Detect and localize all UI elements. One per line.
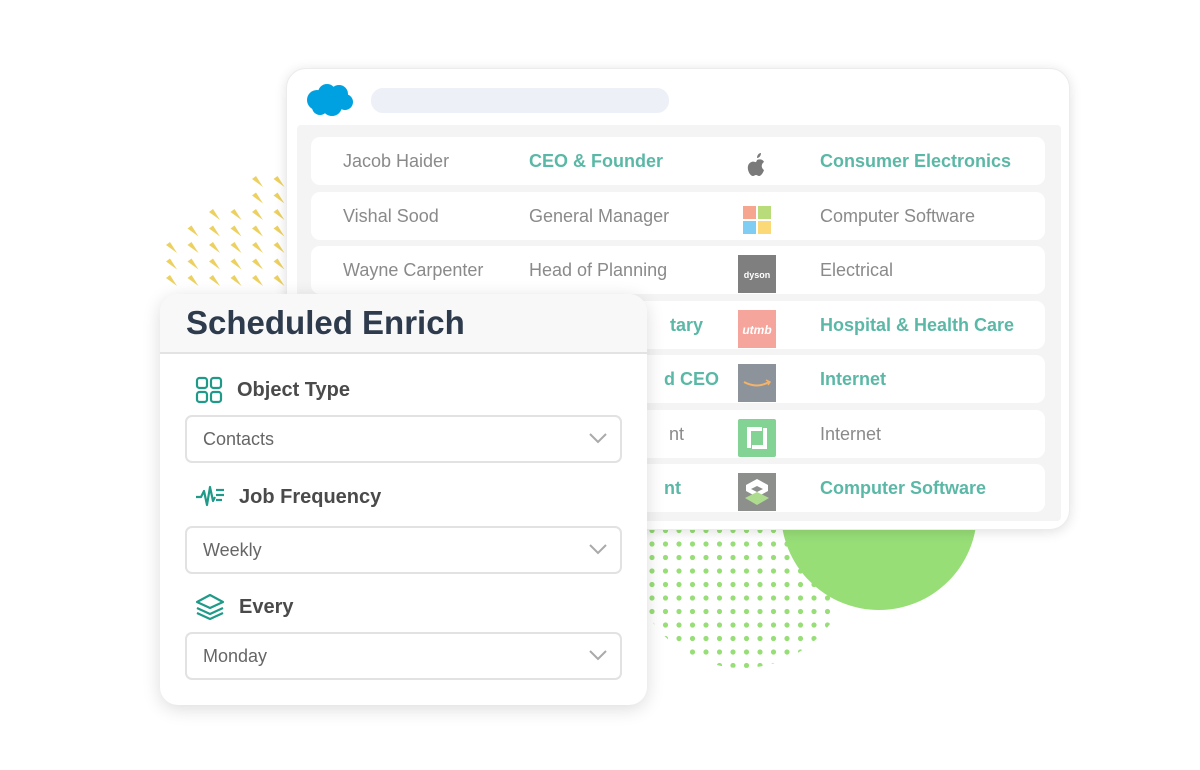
every-label-text: Every: [239, 595, 294, 618]
yellow-triangle: [230, 258, 242, 270]
contact-title: tary: [669, 314, 703, 335]
contact-title: d CEO: [663, 369, 719, 389]
search-bar[interactable]: [371, 88, 669, 113]
company-industry: Electrical: [820, 260, 894, 280]
yellow-triangle: [209, 275, 220, 286]
utmb-logo: utmb: [738, 309, 776, 348]
yellow-triangle: [230, 275, 242, 286]
yellow-triangle: [230, 209, 242, 220]
panel-title: Scheduled Enrich: [186, 304, 465, 341]
yellow-triangle: [273, 242, 285, 253]
yellow-triangle: [273, 176, 285, 187]
yellow-triangle: [187, 242, 199, 253]
contact-title: Head of Planning: [529, 260, 668, 280]
yellow-triangle: [209, 225, 220, 237]
job-frequency-label-text: Job Frequency: [239, 485, 382, 508]
company-industry: Computer Software: [820, 478, 987, 498]
yellow-triangle: [166, 242, 177, 253]
pulse-icon: [196, 485, 224, 507]
yellow-triangle: [252, 176, 263, 187]
amazon-logo: [738, 364, 776, 402]
yellow-triangle: [252, 242, 263, 253]
company-industry: Internet: [820, 423, 882, 444]
yellow-triangle: [273, 275, 285, 286]
yellow-triangle: [209, 258, 220, 270]
chevron-down-icon: [589, 650, 607, 661]
glassdoor-logo: [738, 418, 776, 457]
yellow-triangle: [166, 258, 177, 270]
yellow-triangle: [187, 225, 199, 237]
apple-logo: [738, 146, 776, 184]
panel-header: Scheduled Enrich: [160, 294, 647, 354]
contact-title: CEO & Founder: [529, 151, 663, 171]
yellow-triangle: [252, 275, 263, 286]
object-type-label-text: Object Type: [237, 378, 350, 401]
job-frequency-select[interactable]: Weekly: [185, 526, 622, 574]
yellow-triangle: [166, 275, 177, 286]
grid-icon: [195, 376, 223, 404]
yellow-triangle-pattern: [166, 176, 285, 286]
yellow-triangle: [252, 209, 263, 220]
yellow-triangle: [252, 258, 263, 270]
company-industry: Consumer Electronics: [820, 151, 1012, 171]
svg-text:utmb: utmb: [742, 323, 771, 337]
yellow-triangle: [230, 242, 242, 253]
contact-title: General Manager: [529, 205, 670, 226]
microsoft-logo: [738, 201, 776, 239]
company-industry: Internet: [820, 369, 887, 389]
scheduled-enrich-panel: Scheduled Enrich Object Type Contacts Jo…: [160, 294, 647, 705]
every-select[interactable]: Monday: [185, 632, 622, 680]
chevron-down-icon: [589, 544, 607, 555]
yellow-triangle: [187, 258, 199, 270]
object-type-value: Contacts: [203, 429, 275, 449]
yellow-triangle: [187, 275, 199, 286]
yellow-triangle: [209, 242, 220, 253]
company-industry: Computer Software: [820, 205, 976, 226]
company-industry: Hospital & Health Care: [820, 314, 1015, 335]
contact-name: Wayne Carpenter: [343, 260, 484, 280]
yellow-triangle: [273, 209, 285, 220]
job-frequency-value: Weekly: [203, 540, 262, 560]
yellow-triangle: [273, 192, 285, 204]
layers-company-logo: [738, 473, 776, 511]
job-frequency-label: Job Frequency: [195, 483, 381, 511]
yellow-triangle: [230, 225, 242, 237]
contact-title: nt: [664, 478, 681, 498]
every-label: Every: [195, 593, 294, 621]
yellow-triangle: [252, 192, 263, 204]
yellow-triangle: [209, 209, 220, 220]
yellow-triangle: [252, 225, 263, 237]
table-row[interactable]: Jacob Haider CEO & Founder Consumer Electr…: [311, 137, 1045, 185]
object-type-select[interactable]: Contacts: [185, 415, 622, 463]
table-row[interactable]: Wayne Carpenter Head of Planning dyson Elec…: [311, 246, 1045, 294]
every-value: Monday: [203, 646, 268, 666]
dyson-logo: dyson: [738, 255, 776, 293]
contact-name: Jacob Haider: [343, 151, 450, 171]
table-row[interactable]: Vishal Sood General Manager Computer Softw…: [311, 191, 1045, 240]
svg-text:dyson: dyson: [744, 270, 771, 280]
contact-title: nt: [668, 423, 684, 444]
chevron-down-icon: [589, 433, 607, 444]
layers-icon: [195, 593, 225, 621]
contact-name: Vishal Sood: [343, 205, 439, 226]
object-type-label: Object Type: [195, 376, 350, 404]
yellow-triangle: [273, 225, 285, 237]
yellow-triangle: [273, 258, 285, 270]
salesforce-cloud-icon: [307, 84, 353, 116]
